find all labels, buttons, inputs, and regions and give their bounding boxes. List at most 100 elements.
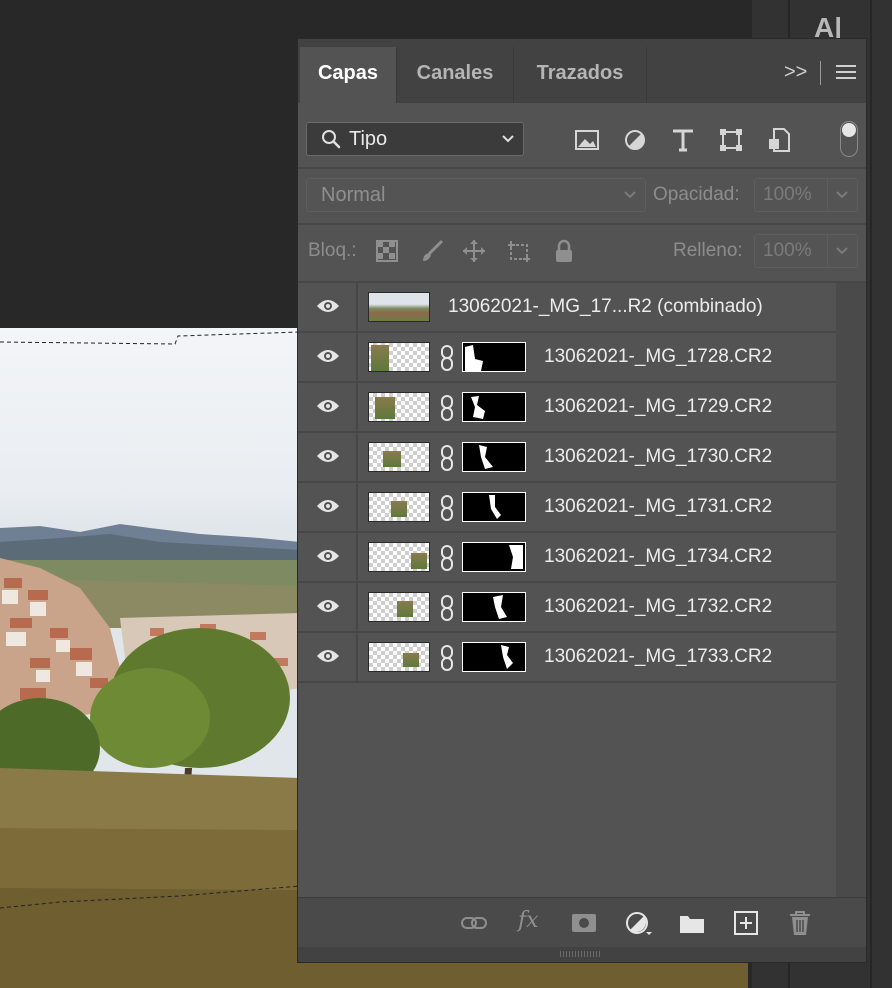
panel-resize-grip[interactable] (298, 947, 866, 962)
visibility-toggle[interactable] (298, 383, 358, 431)
chevron-down-icon (836, 191, 848, 199)
blend-mode-select[interactable]: Normal (306, 178, 646, 212)
tab-bar-divider (820, 61, 821, 85)
layer-name[interactable]: 13062021-_MG_1732.CR2 (544, 596, 772, 618)
visibility-toggle[interactable] (298, 633, 358, 681)
eye-icon[interactable] (316, 347, 340, 365)
layer-row[interactable]: 13062021-_MG_1729.CR2 (298, 383, 836, 433)
dock-side-strip (870, 0, 892, 988)
fx-icon[interactable]: fx (518, 908, 546, 934)
lock-artboard-icon[interactable] (507, 239, 531, 263)
add-mask-icon[interactable] (570, 910, 598, 936)
link-icon[interactable] (440, 445, 454, 471)
shape-filter-icon[interactable] (718, 127, 744, 153)
layer-row[interactable]: 13062021-_MG_1728.CR2 (298, 333, 836, 383)
tab-layers[interactable]: Capas (300, 47, 397, 103)
layers-scrollbar[interactable] (836, 283, 866, 897)
layer-name[interactable]: 13062021-_MG_17...R2 (combinado) (448, 296, 763, 318)
eye-icon[interactable] (316, 447, 340, 465)
layer-thumbnail[interactable] (368, 342, 430, 372)
image-filter-icon[interactable] (574, 127, 600, 153)
tab-paths[interactable]: Trazados (514, 47, 647, 103)
layer-mask-thumbnail[interactable] (462, 592, 526, 622)
lock-move-icon[interactable] (462, 239, 486, 263)
layer-name[interactable]: 13062021-_MG_1734.CR2 (544, 546, 772, 568)
layer-row[interactable]: 13062021-_MG_1731.CR2 (298, 483, 836, 533)
lock-transparent-icon[interactable] (375, 239, 399, 263)
layer-name[interactable]: 13062021-_MG_1730.CR2 (544, 446, 772, 468)
visibility-toggle[interactable] (298, 433, 358, 481)
fill-value: 100% (763, 240, 812, 261)
link-icon[interactable] (440, 395, 454, 421)
link-layers-icon[interactable] (460, 910, 488, 936)
visibility-toggle[interactable] (298, 333, 358, 381)
panel-tab-bar: Capas Canales Trazados >> (298, 39, 866, 103)
layer-row[interactable]: 13062021-_MG_1730.CR2 (298, 433, 836, 483)
layer-mask-thumbnail[interactable] (462, 342, 526, 372)
layer-name[interactable]: 13062021-_MG_1729.CR2 (544, 396, 772, 418)
layer-filter-select[interactable]: Tipo (306, 122, 524, 156)
row-separator (298, 167, 866, 169)
layer-mask-thumbnail[interactable] (462, 492, 526, 522)
fill-label: Relleno: (673, 240, 743, 261)
layer-thumbnail[interactable] (368, 542, 430, 572)
lock-all-icon[interactable] (552, 239, 576, 263)
fill-field[interactable]: 100% (754, 234, 858, 268)
row-separator (298, 223, 866, 225)
eye-icon[interactable] (316, 497, 340, 515)
layer-thumbnail[interactable] (368, 392, 430, 422)
filter-kind-label: Tipo (349, 128, 388, 150)
blend-mode-value: Normal (321, 184, 386, 206)
new-adjustment-icon[interactable] (624, 910, 652, 936)
eye-icon[interactable] (316, 647, 340, 665)
eye-icon[interactable] (316, 597, 340, 615)
layer-row[interactable]: 13062021-_MG_1732.CR2 (298, 583, 836, 633)
layer-mask-thumbnail[interactable] (462, 642, 526, 672)
layer-thumbnail[interactable] (368, 292, 430, 322)
filter-toggle-switch[interactable] (840, 121, 858, 157)
type-filter-icon[interactable] (670, 127, 696, 153)
layer-row[interactable]: 13062021-_MG_1733.CR2 (298, 633, 836, 683)
search-icon (322, 130, 341, 149)
visibility-toggle[interactable] (298, 533, 358, 581)
lock-paint-icon[interactable] (420, 239, 444, 263)
layer-thumbnail[interactable] (368, 492, 430, 522)
collapse-panel-button[interactable]: >> (784, 61, 807, 84)
visibility-toggle[interactable] (298, 583, 358, 631)
layer-thumbnail[interactable] (368, 642, 430, 672)
layer-thumbnail[interactable] (368, 592, 430, 622)
visibility-toggle[interactable] (298, 483, 358, 531)
layer-thumbnail[interactable] (368, 442, 430, 472)
layer-name[interactable]: 13062021-_MG_1731.CR2 (544, 496, 772, 518)
trash-icon[interactable] (786, 910, 814, 936)
eye-icon[interactable] (316, 547, 340, 565)
chevron-down-icon (624, 191, 636, 199)
adjustment-filter-icon[interactable] (622, 127, 648, 153)
new-group-icon[interactable] (678, 910, 706, 936)
link-icon[interactable] (440, 595, 454, 621)
chevron-down-icon (502, 135, 514, 143)
visibility-toggle[interactable] (298, 283, 358, 331)
link-icon[interactable] (440, 495, 454, 521)
layer-name[interactable]: 13062021-_MG_1733.CR2 (544, 646, 772, 668)
layers-footer: fx (298, 897, 866, 948)
layer-row[interactable]: 13062021-_MG_1734.CR2 (298, 533, 836, 583)
tab-channels[interactable]: Canales (397, 47, 514, 103)
layer-mask-thumbnail[interactable] (462, 442, 526, 472)
opacity-label: Opacidad: (653, 184, 740, 205)
smart-object-filter-icon[interactable] (766, 127, 792, 153)
layer-mask-thumbnail[interactable] (462, 542, 526, 572)
link-icon[interactable] (440, 545, 454, 571)
eye-icon[interactable] (316, 397, 340, 415)
link-icon[interactable] (440, 645, 454, 671)
opacity-field[interactable]: 100% (754, 178, 858, 212)
lock-label: Bloq.: (308, 240, 357, 261)
eye-icon[interactable] (316, 297, 340, 315)
new-layer-icon[interactable] (732, 910, 760, 936)
layer-row[interactable]: 13062021-_MG_17...R2 (combinado) (298, 283, 836, 333)
link-icon[interactable] (440, 345, 454, 371)
layers-list: 13062021-_MG_17...R2 (combinado) 1306202… (298, 283, 836, 697)
layer-name[interactable]: 13062021-_MG_1728.CR2 (544, 346, 772, 368)
layer-mask-thumbnail[interactable] (462, 392, 526, 422)
panel-menu-icon[interactable] (836, 65, 856, 81)
